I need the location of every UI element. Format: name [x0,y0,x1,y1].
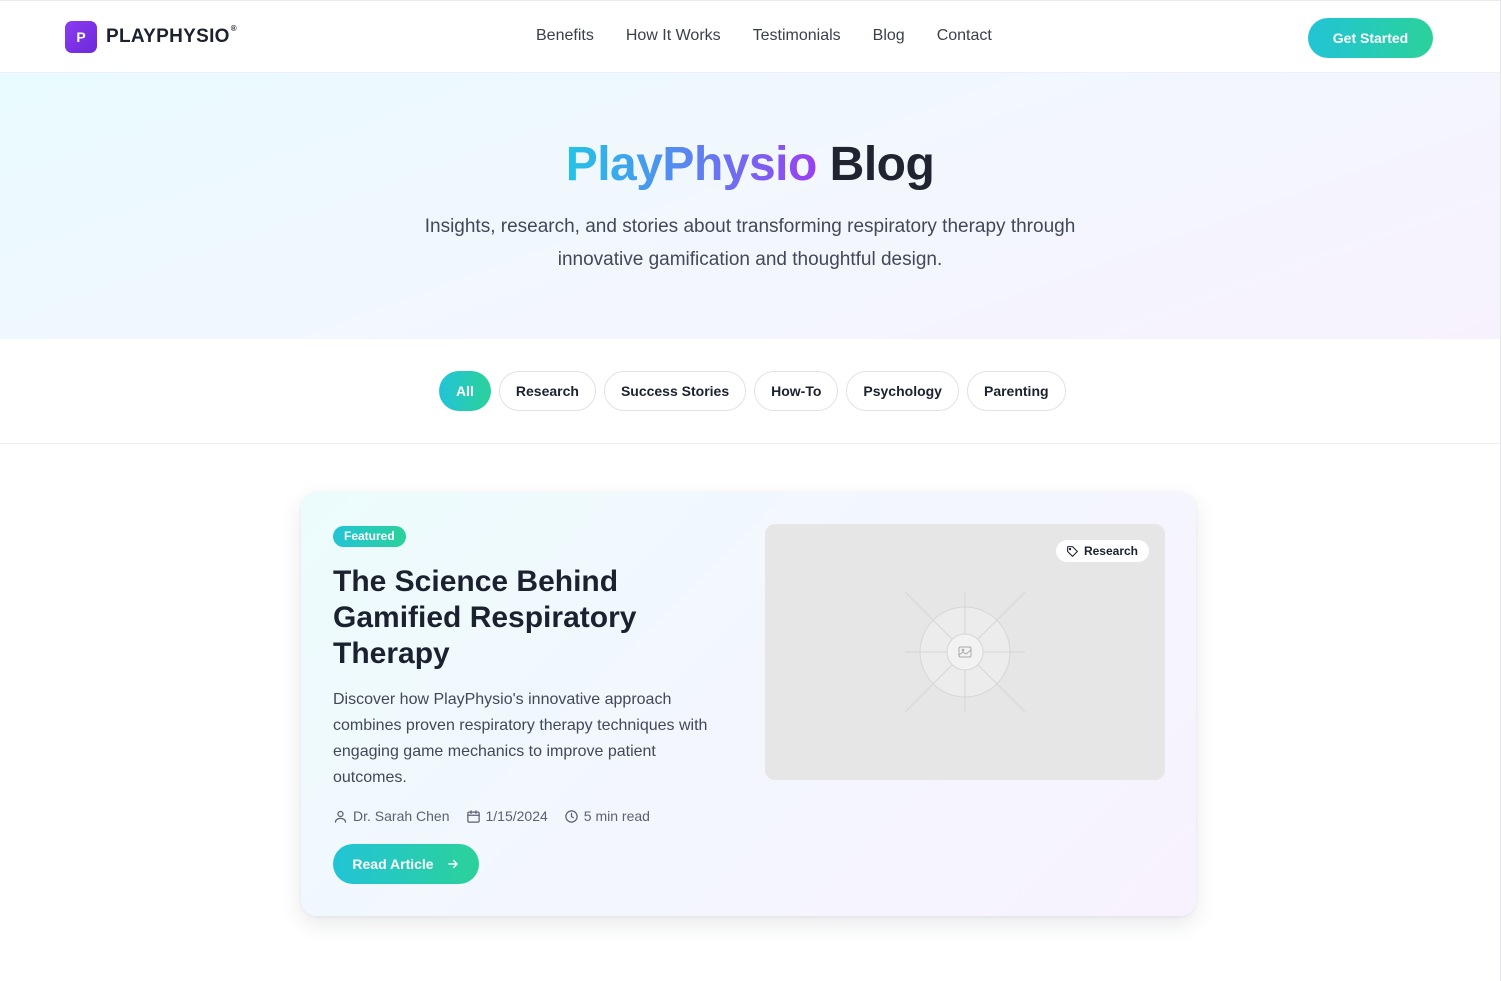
publish-date: 1/15/2024 [485,808,548,824]
image-placeholder-icon [905,592,1025,712]
user-icon [334,810,347,823]
get-started-button[interactable]: Get Started [1308,18,1433,58]
title-rest: Blog [829,138,935,191]
registered-mark: ® [230,24,237,33]
featured-article-image[interactable]: Research [765,524,1165,780]
clock-icon [565,809,578,823]
filter-chip-success-stories[interactable]: Success Stories [603,371,747,411]
calendar-icon [466,809,480,823]
hero-section: PlayPhysio Blog Insights, research, and … [0,73,1500,339]
filter-chip-research[interactable]: Research [498,371,596,411]
category-tag-label: Research [1083,544,1138,558]
filter-chip-parenting[interactable]: Parenting [966,371,1066,411]
featured-article-title[interactable]: The Science Behind Gamified Respiratory … [333,564,733,672]
filter-chips: All Research Success Stories How-To Psyc… [439,371,1066,411]
nav-testimonials[interactable]: Testimonials [753,27,841,45]
nav-contact[interactable]: Contact [937,27,992,45]
read-time-text: 5 min read [583,808,650,824]
featured-article-excerpt: Discover how PlayPhysio's innovative app… [333,691,708,786]
featured-badge: Featured [333,526,406,547]
title-highlight: PlayPhysio [565,138,818,191]
hero-subtitle: Insights, research, and stories about tr… [424,216,1076,270]
brand-name-text: PLAYPHYSIO [106,26,230,47]
logo-letter: P [76,29,86,45]
read-article-button[interactable]: Read Article [333,844,479,884]
article-author: Dr. Sarah Chen [333,808,450,824]
filter-chip-all[interactable]: All [439,371,491,411]
article-meta: Dr. Sarah Chen 1/15/2024 5 min read [333,808,666,824]
article-read-time: 5 min read [564,808,650,824]
author-name: Dr. Sarah Chen [353,808,450,824]
filter-chip-how-to[interactable]: How-To [754,371,839,411]
brand-name: PLAYPHYSIO® [106,24,237,48]
nav-how-it-works[interactable]: How It Works [626,27,721,45]
site-header: P PLAYPHYSIO® Benefits How It Works Test… [0,0,1500,73]
logo-mark-icon: P [65,21,97,53]
blog-page: P PLAYPHYSIO® Benefits How It Works Test… [0,0,1501,981]
arrow-right-icon [447,859,458,869]
article-date: 1/15/2024 [466,808,548,824]
tag-icon [1067,545,1078,557]
page-title: PlayPhysio Blog [0,137,1500,192]
nav-blog[interactable]: Blog [873,27,905,45]
category-filter-bar: All Research Success Stories How-To Psyc… [0,339,1500,444]
featured-article-card: Featured The Science Behind Gamified Res… [301,492,1196,916]
read-article-label: Read Article [352,856,434,872]
nav-benefits[interactable]: Benefits [536,27,594,45]
category-tag: Research [1055,540,1149,562]
brand-logo[interactable]: P PLAYPHYSIO® [65,21,237,53]
filter-chip-psychology[interactable]: Psychology [846,371,959,411]
main-nav: Benefits How It Works Testimonials Blog … [536,27,992,45]
